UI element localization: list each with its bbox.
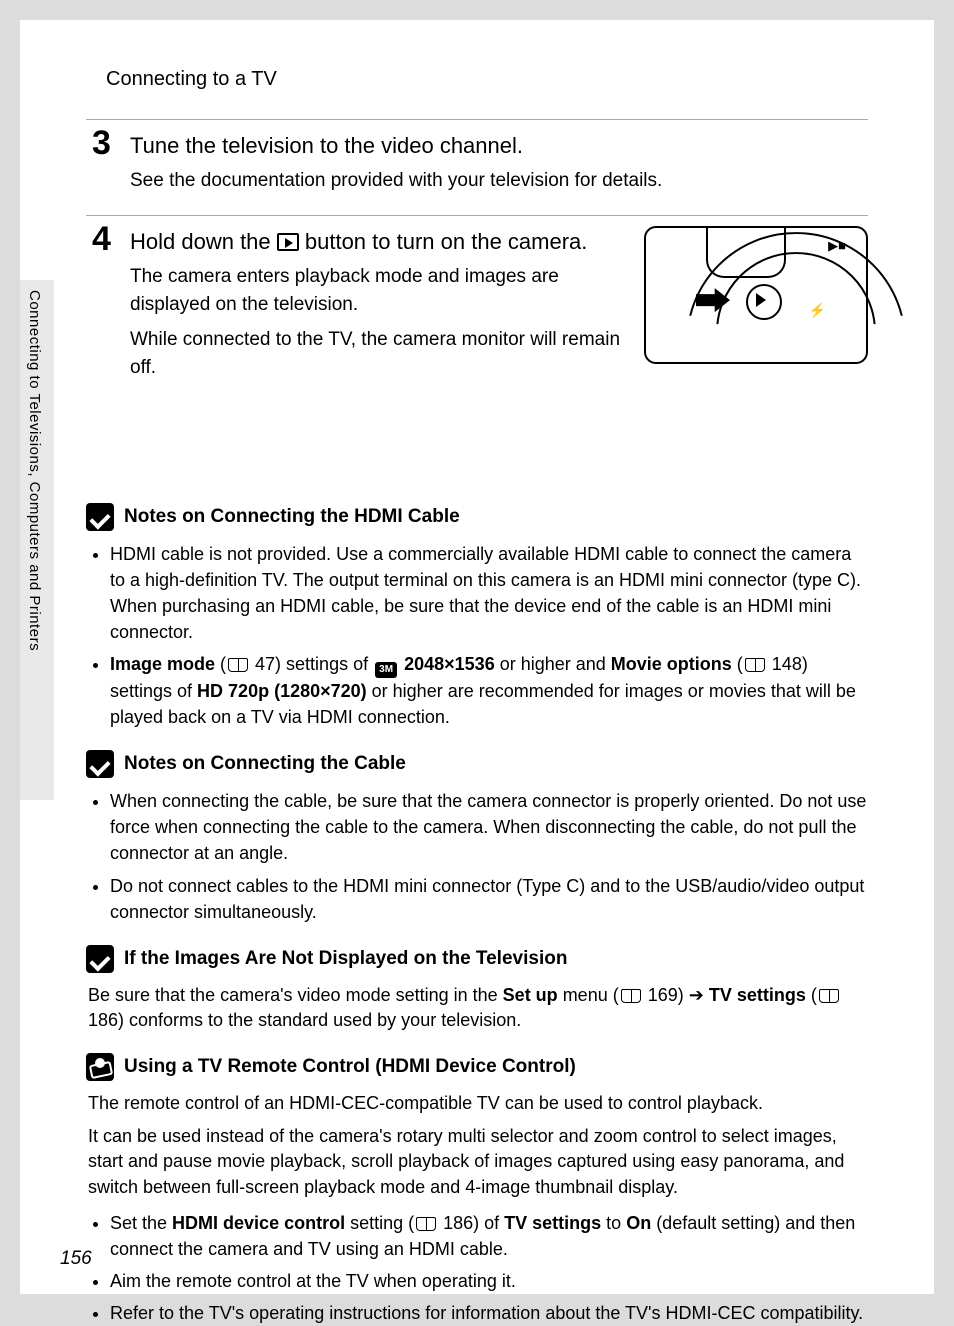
notv-d: 169) ➔ bbox=[643, 985, 709, 1005]
step-4-p1: The camera enters playback mode and imag… bbox=[130, 263, 624, 320]
step-3-text: See the documentation provided with your… bbox=[130, 167, 868, 196]
content-area: 3 Tune the television to the video chann… bbox=[20, 119, 934, 1326]
rb1-a: Set the bbox=[110, 1213, 172, 1233]
note-cable-b1: When connecting the cable, be sure that … bbox=[110, 788, 868, 866]
setup-label: Set up bbox=[503, 985, 558, 1005]
tip-icon bbox=[86, 1053, 114, 1081]
note-hdmi-bullet-2: Image mode ( 47) settings of 3M 2048×153… bbox=[110, 651, 868, 730]
note-remote-b2: Aim the remote control at the TV when op… bbox=[110, 1268, 868, 1294]
book-icon bbox=[819, 989, 839, 1003]
side-tab-text: Connecting to Televisions, Computers and… bbox=[26, 290, 43, 651]
page-header: Connecting to a TV bbox=[20, 20, 934, 119]
mode-3m-icon: 3M bbox=[375, 662, 397, 678]
note-cable-b2: Do not connect cables to the HDMI mini c… bbox=[110, 873, 868, 925]
book-icon bbox=[745, 658, 765, 672]
side-tab: Connecting to Televisions, Computers and… bbox=[20, 280, 54, 800]
check-icon bbox=[86, 750, 114, 778]
book-icon bbox=[228, 658, 248, 672]
movie-opt-label: Movie options bbox=[611, 654, 732, 674]
step-number: 3 bbox=[92, 124, 111, 163]
step-4: 4 Hold down the button to turn on the ca… bbox=[86, 215, 868, 403]
hdmi-dc-label: HDMI device control bbox=[172, 1213, 345, 1233]
note-remote-p2: It can be used instead of the camera's r… bbox=[86, 1124, 868, 1200]
note-cable: Notes on Connecting the Cable When conne… bbox=[86, 750, 868, 924]
page-number: 156 bbox=[60, 1248, 92, 1270]
book-icon bbox=[416, 1217, 436, 1231]
notes-area: Notes on Connecting the HDMI Cable HDMI … bbox=[86, 503, 868, 1326]
step-4-p2: While connected to the TV, the camera mo… bbox=[130, 326, 624, 383]
step-4-title-b: button to turn on the camera. bbox=[299, 229, 588, 254]
note-remote-title: Using a TV Remote Control (HDMI Device C… bbox=[124, 1056, 576, 1078]
tvsettings-label-2: TV settings bbox=[504, 1213, 601, 1233]
note-remote-p1: The remote control of an HDMI-CEC-compat… bbox=[86, 1091, 868, 1116]
note-cable-title: Notes on Connecting the Cable bbox=[124, 753, 406, 775]
book-icon bbox=[621, 989, 641, 1003]
note-hdmi: Notes on Connecting the HDMI Cable HDMI … bbox=[86, 503, 868, 731]
note-remote-b3: Refer to the TV's operating instructions… bbox=[110, 1300, 868, 1326]
note-hdmi-title: Notes on Connecting the HDMI Cable bbox=[124, 506, 460, 528]
notv-a: Be sure that the camera's video mode set… bbox=[88, 985, 503, 1005]
note-remote: Using a TV Remote Control (HDMI Device C… bbox=[86, 1053, 868, 1326]
step-number: 4 bbox=[92, 220, 111, 259]
image-mode-label: Image mode bbox=[110, 654, 215, 674]
rb1-c: setting ( bbox=[345, 1213, 414, 1233]
check-icon bbox=[86, 503, 114, 531]
on-label: On bbox=[626, 1213, 651, 1233]
note-notv-title: If the Images Are Not Displayed on the T… bbox=[124, 948, 567, 970]
step-3-title: Tune the television to the video channel… bbox=[130, 132, 868, 161]
note-remote-b1: Set the HDMI device control setting ( 18… bbox=[110, 1210, 868, 1262]
res-label: 2048×1536 bbox=[399, 654, 495, 674]
page: Connecting to a TV Connecting to Televis… bbox=[20, 20, 934, 1294]
hdmi-mid1: or higher and bbox=[495, 654, 611, 674]
step-4-title: Hold down the button to turn on the came… bbox=[130, 228, 624, 257]
note-notv-body: Be sure that the camera's video mode set… bbox=[86, 983, 868, 1033]
header-title: Connecting to a TV bbox=[106, 68, 277, 90]
note-hdmi-bullet-1: HDMI cable is not provided. Use a commer… bbox=[110, 541, 868, 645]
note-notv: If the Images Are Not Displayed on the T… bbox=[86, 945, 868, 1033]
rb1-f: to bbox=[601, 1213, 626, 1233]
tvsettings-label: TV settings bbox=[709, 985, 806, 1005]
playback-icon bbox=[277, 233, 299, 251]
camera-illustration: ▶■ ⚡ bbox=[644, 226, 868, 364]
notv-c: menu ( bbox=[558, 985, 619, 1005]
hdmi-ref47: 47) settings of bbox=[250, 654, 373, 674]
notv-f: 186) conforms to the standard used by yo… bbox=[88, 1010, 521, 1030]
step-3: 3 Tune the television to the video chann… bbox=[86, 119, 868, 215]
rb1-d: 186) of bbox=[438, 1213, 504, 1233]
step-4-title-a: Hold down the bbox=[130, 229, 277, 254]
hd720-label: HD 720p (1280×720) bbox=[197, 681, 367, 701]
check-icon bbox=[86, 945, 114, 973]
